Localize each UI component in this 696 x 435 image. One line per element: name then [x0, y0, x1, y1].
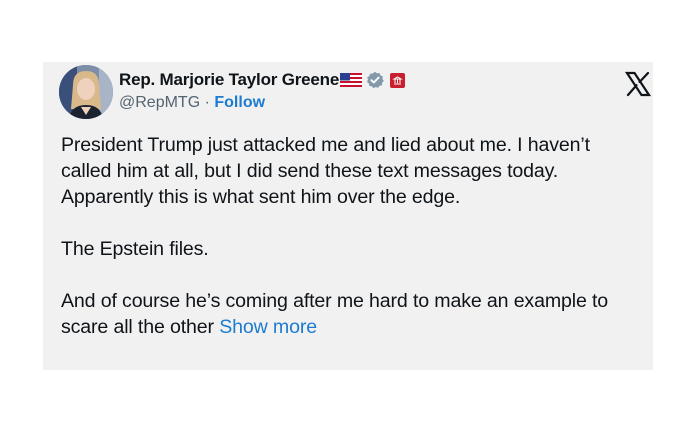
- avatar-image: [59, 65, 113, 119]
- show-more-link[interactable]: Show more: [219, 316, 317, 338]
- author-identity: Rep. Marjorie Taylor Greene @RepMTG · Fo…: [119, 70, 406, 112]
- tweet-paragraph: The Epstein files.: [61, 238, 209, 260]
- screenshot-canvas: Rep. Marjorie Taylor Greene @RepMTG · Fo…: [0, 0, 696, 435]
- verified-gray-check-icon[interactable]: [366, 71, 384, 89]
- handle-separator: ·: [204, 94, 210, 111]
- tweet-paragraph-text: And of course he’s coming after me hard …: [61, 290, 609, 338]
- avatar[interactable]: [59, 65, 113, 119]
- government-affiliation-icon[interactable]: [390, 72, 406, 88]
- follow-button[interactable]: Follow: [214, 94, 265, 111]
- tweet-header: Rep. Marjorie Taylor Greene @RepMTG · Fo…: [59, 65, 652, 121]
- tweet-paragraph-last: And of course he’s coming after me hard …: [61, 288, 641, 340]
- display-name[interactable]: Rep. Marjorie Taylor Greene: [119, 70, 339, 90]
- x-logo-icon[interactable]: [624, 71, 652, 97]
- tweet-card: Rep. Marjorie Taylor Greene @RepMTG · Fo…: [43, 62, 653, 370]
- author-handle[interactable]: @RepMTG: [119, 94, 200, 111]
- tweet-text: President Trump just attacked me and lie…: [61, 132, 641, 366]
- handle-row: @RepMTG · Follow: [119, 94, 405, 112]
- name-row: Rep. Marjorie Taylor Greene: [119, 70, 406, 90]
- tweet-paragraph: President Trump just attacked me and lie…: [61, 134, 590, 208]
- us-flag-icon: [340, 73, 363, 87]
